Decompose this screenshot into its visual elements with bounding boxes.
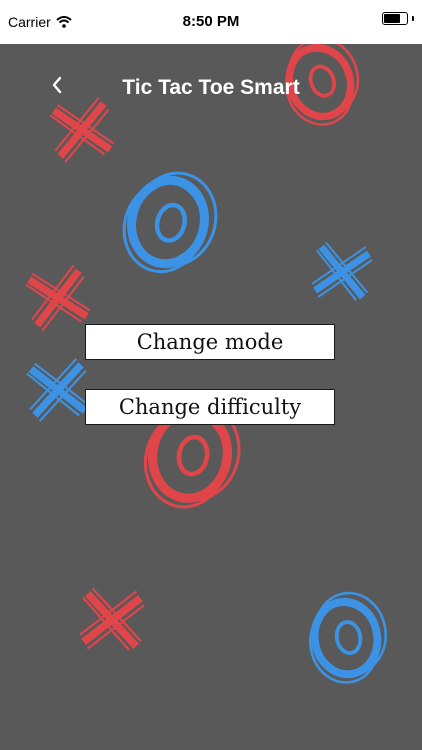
o-doodle-blue [114, 162, 226, 283]
x-doodle-red [49, 97, 115, 163]
battery-tip [412, 16, 414, 21]
x-doodle-red [79, 587, 146, 654]
status-bar: Carrier 8:50 PM [0, 0, 422, 44]
change-difficulty-button[interactable]: Change difficulty [85, 389, 335, 425]
change-mode-button[interactable]: Change mode [85, 324, 335, 360]
app-screen: Tic Tac Toe Smart Change mode Change dif… [0, 44, 422, 750]
x-doodle-blue [26, 358, 90, 422]
x-doodle-blue [310, 240, 373, 303]
battery-icon [382, 12, 408, 25]
o-doodle-blue [302, 587, 393, 687]
status-right [382, 12, 414, 25]
status-time: 8:50 PM [182, 13, 240, 30]
battery-fill [384, 14, 400, 23]
page-title: Tic Tac Toe Smart [122, 76, 300, 99]
x-doodle-red [24, 264, 92, 332]
